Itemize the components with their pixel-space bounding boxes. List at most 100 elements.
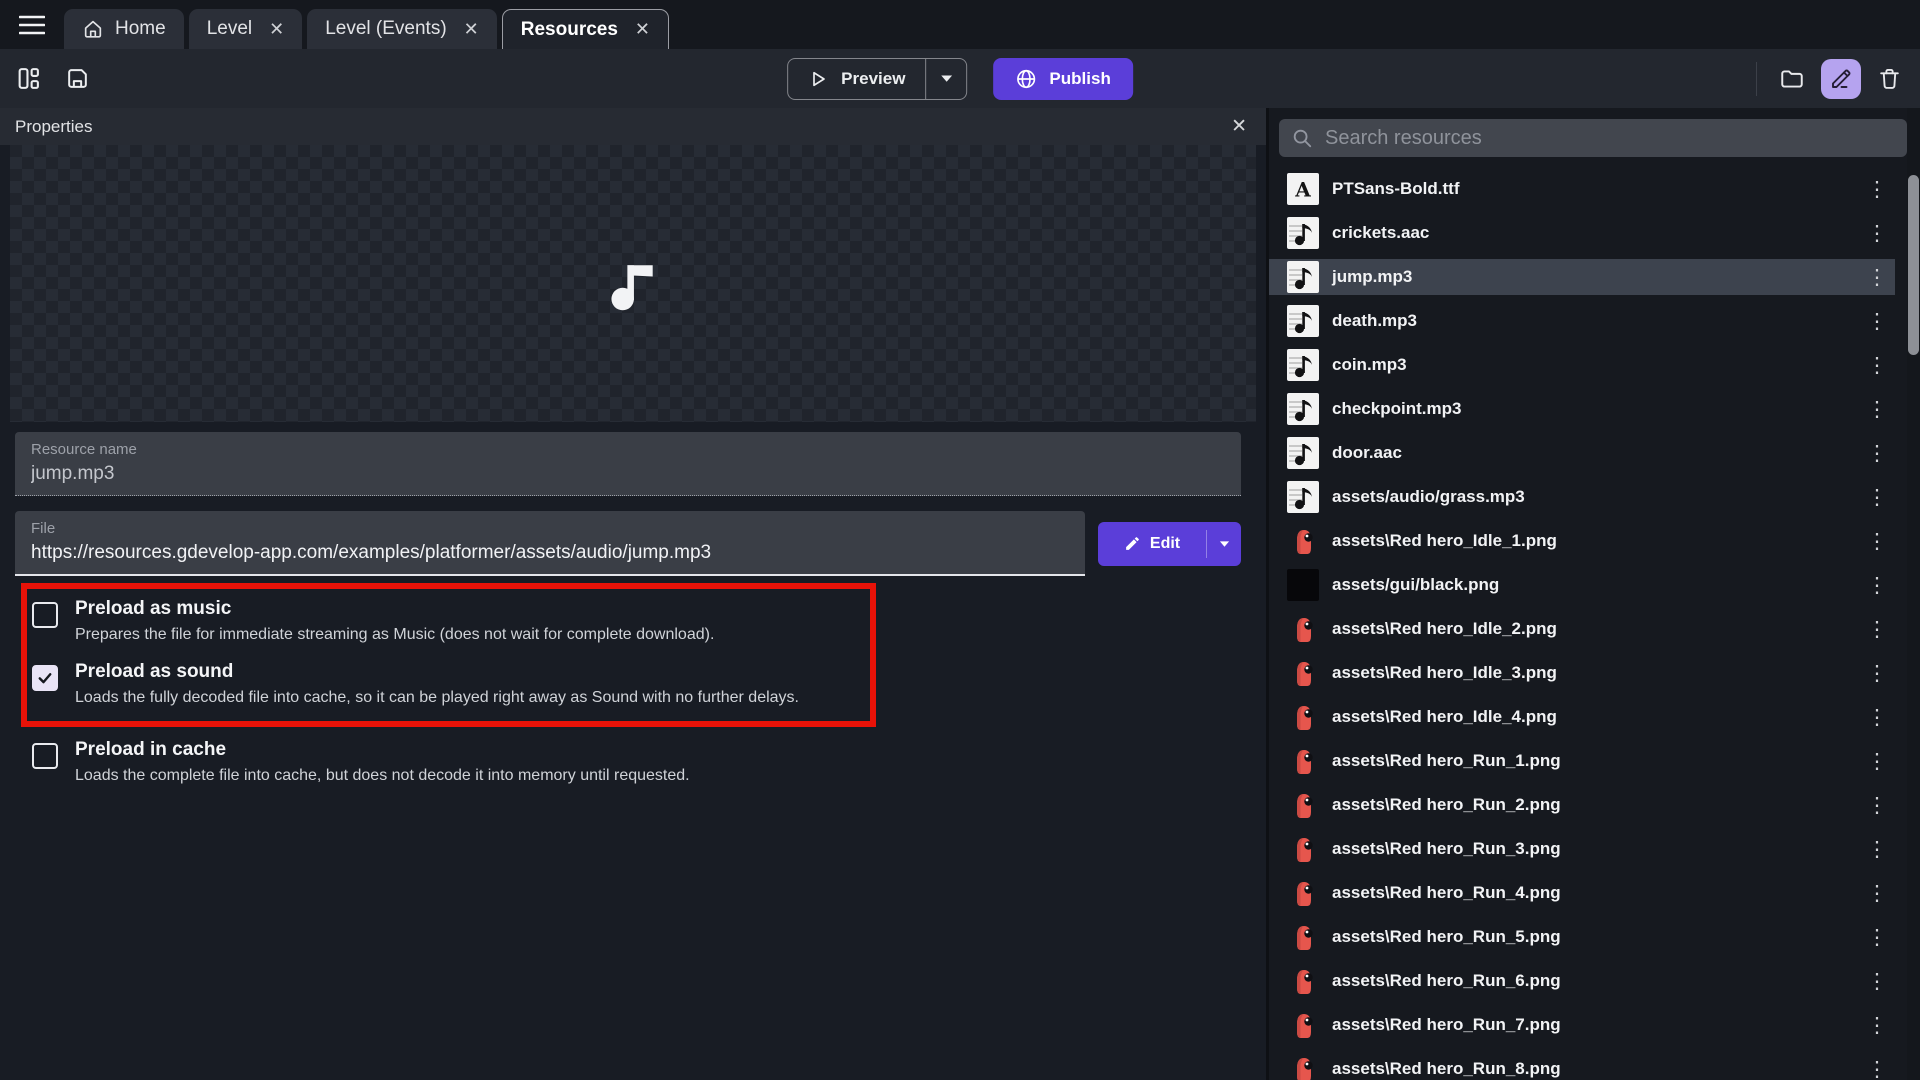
list-item[interactable]: assets\Red hero_Run_4.png ⋮ <box>1269 875 1895 911</box>
list-item[interactable]: coin.mp3⋮ <box>1269 347 1895 383</box>
list-item[interactable]: assets\Red hero_Run_2.png⋮ <box>1269 787 1895 823</box>
list-item[interactable]: assets\Red hero_Run_5.png⋮ <box>1269 919 1895 955</box>
kebab-menu-icon[interactable]: ⋮ <box>1865 839 1889 860</box>
edit-label: Edit <box>1150 535 1180 553</box>
list-item[interactable]: assets\Red hero_Idle_3.png⋮ <box>1269 655 1895 691</box>
resource-name: assets\Red hero_Run_1.png <box>1332 751 1561 771</box>
list-item[interactable]: assets\Red hero_Idle_4.png ⋮ <box>1269 699 1895 735</box>
tab-label: Level (Events) <box>325 18 446 40</box>
file-url-input[interactable] <box>31 542 1069 564</box>
kebab-menu-icon[interactable]: ⋮ <box>1865 751 1889 772</box>
list-item[interactable]: assets\Red hero_Run_6.png⋮ <box>1269 963 1895 999</box>
close-tab-icon[interactable]: ✕ <box>635 19 650 40</box>
kebab-menu-icon[interactable]: ⋮ <box>1865 575 1889 596</box>
preload-option-row: Preload as musicPrepares the file for im… <box>32 590 870 653</box>
list-item[interactable]: assets/audio/grass.mp3⋮ <box>1269 479 1895 515</box>
kebab-menu-icon[interactable]: ⋮ <box>1865 487 1889 508</box>
checkbox-checked[interactable] <box>32 665 58 691</box>
list-item[interactable]: assets\Red hero_Idle_1.png⋮ <box>1269 523 1895 559</box>
checkbox-unchecked[interactable] <box>32 602 58 628</box>
kebab-menu-icon[interactable]: ⋮ <box>1865 971 1889 992</box>
audio-file-icon <box>1287 261 1319 293</box>
list-item[interactable]: checkpoint.mp3⋮ <box>1269 391 1895 427</box>
list-item[interactable]: A PTSans-Bold.ttf ⋮ <box>1269 171 1895 207</box>
kebab-menu-icon[interactable]: ⋮ <box>1865 707 1889 728</box>
list-item[interactable]: jump.mp3⋮ <box>1269 259 1895 295</box>
list-item[interactable]: assets\Red hero_Run_7.png⋮ <box>1269 1007 1895 1043</box>
option-label[interactable]: Preload in cache <box>75 738 690 761</box>
audio-file-icon <box>1287 437 1319 469</box>
close-panel-icon[interactable]: ✕ <box>1231 115 1247 138</box>
trash-icon[interactable] <box>1877 66 1902 91</box>
checkbox-unchecked[interactable] <box>32 743 58 769</box>
audio-file-icon <box>1287 217 1319 249</box>
kebab-menu-icon[interactable]: ⋮ <box>1865 311 1889 332</box>
open-folder-icon[interactable] <box>1779 66 1805 92</box>
properties-panel: Properties ✕ Resource name File <box>0 108 1266 1080</box>
edit-mode-icon[interactable] <box>1821 59 1861 99</box>
list-item[interactable]: death.mp3⋮ <box>1269 303 1895 339</box>
kebab-menu-icon[interactable]: ⋮ <box>1865 443 1889 464</box>
layout-panels-icon[interactable] <box>16 66 41 91</box>
search-bar[interactable] <box>1279 119 1907 157</box>
kebab-menu-icon[interactable]: ⋮ <box>1865 619 1889 640</box>
list-item[interactable]: assets\Red hero_Run_3.png⋮ <box>1269 831 1895 867</box>
red-hero-sprite-icon <box>1287 921 1319 953</box>
publish-label: Publish <box>1049 69 1110 89</box>
option-description: Loads the complete file into cache, but … <box>75 766 690 786</box>
kebab-menu-icon[interactable]: ⋮ <box>1865 1015 1889 1036</box>
hamburger-menu-icon[interactable] <box>12 5 52 45</box>
list-item[interactable]: door.aac ⋮ <box>1269 435 1895 471</box>
kebab-menu-icon[interactable]: ⋮ <box>1865 883 1889 904</box>
audio-file-icon <box>1287 393 1319 425</box>
preview-dropdown-button[interactable] <box>926 59 966 99</box>
option-description: Loads the fully decoded file into cache,… <box>75 688 799 708</box>
list-item[interactable]: assets\Red hero_Idle_2.png⋮ <box>1269 611 1895 647</box>
music-note-icon <box>603 253 663 315</box>
tab-home[interactable]: Home <box>64 9 184 49</box>
option-label[interactable]: Preload as music <box>75 597 714 620</box>
publish-button[interactable]: Publish <box>993 58 1132 100</box>
close-tab-icon[interactable]: ✕ <box>464 19 479 40</box>
list-item[interactable]: assets\Red hero_Run_8.png⋮ <box>1269 1051 1895 1080</box>
resource-name: PTSans-Bold.ttf <box>1332 179 1460 199</box>
resource-list: APTSans-Bold.ttf⋮crickets.aac⋮jump.mp3⋮d… <box>1269 171 1920 1080</box>
edit-dropdown-button[interactable] <box>1207 522 1241 566</box>
list-item[interactable]: assets\Red hero_Run_1.png ⋮ <box>1269 743 1895 779</box>
red-hero-sprite-icon <box>1287 613 1319 645</box>
save-icon[interactable] <box>65 66 90 91</box>
edit-button[interactable]: Edit <box>1098 522 1241 566</box>
scrollbar-thumb[interactable] <box>1908 175 1919 355</box>
font-file-icon: A <box>1287 173 1319 205</box>
tab-level[interactable]: Level ✕ <box>189 9 303 49</box>
kebab-menu-icon[interactable]: ⋮ <box>1865 663 1889 684</box>
tab-level-events[interactable]: Level (Events) ✕ <box>307 9 497 49</box>
play-icon <box>808 69 828 89</box>
resource-name-input[interactable] <box>31 463 1225 485</box>
list-item[interactable]: assets/gui/black.png ⋮ <box>1269 567 1895 603</box>
option-label[interactable]: Preload as sound <box>75 660 799 683</box>
search-input[interactable] <box>1325 127 1895 150</box>
kebab-menu-icon[interactable]: ⋮ <box>1865 267 1889 288</box>
kebab-menu-icon[interactable]: ⋮ <box>1865 355 1889 376</box>
kebab-menu-icon[interactable]: ⋮ <box>1865 179 1889 200</box>
resource-name: assets\Red hero_Idle_4.png <box>1332 707 1557 727</box>
kebab-menu-icon[interactable]: ⋮ <box>1865 927 1889 948</box>
resource-name-field[interactable]: Resource name <box>15 432 1241 496</box>
resource-name: assets\Red hero_Run_4.png <box>1332 883 1561 903</box>
kebab-menu-icon[interactable]: ⋮ <box>1865 223 1889 244</box>
kebab-menu-icon[interactable]: ⋮ <box>1865 1059 1889 1080</box>
close-tab-icon[interactable]: ✕ <box>269 19 284 40</box>
file-field[interactable]: File <box>15 511 1085 576</box>
list-item[interactable]: crickets.aac⋮ <box>1269 215 1895 251</box>
preview-button[interactable]: Preview <box>787 58 967 100</box>
toolbar: Preview Publish <box>0 49 1920 108</box>
resource-name: assets/gui/black.png <box>1332 575 1499 595</box>
kebab-menu-icon[interactable]: ⋮ <box>1865 795 1889 816</box>
preview-label: Preview <box>841 69 905 89</box>
tab-resources[interactable]: Resources ✕ <box>502 9 669 49</box>
kebab-menu-icon[interactable]: ⋮ <box>1865 399 1889 420</box>
kebab-menu-icon[interactable]: ⋮ <box>1865 531 1889 552</box>
resource-name: door.aac <box>1332 443 1402 463</box>
tab-bar: Home Level ✕ Level (Events) ✕ Resources … <box>0 0 1920 49</box>
